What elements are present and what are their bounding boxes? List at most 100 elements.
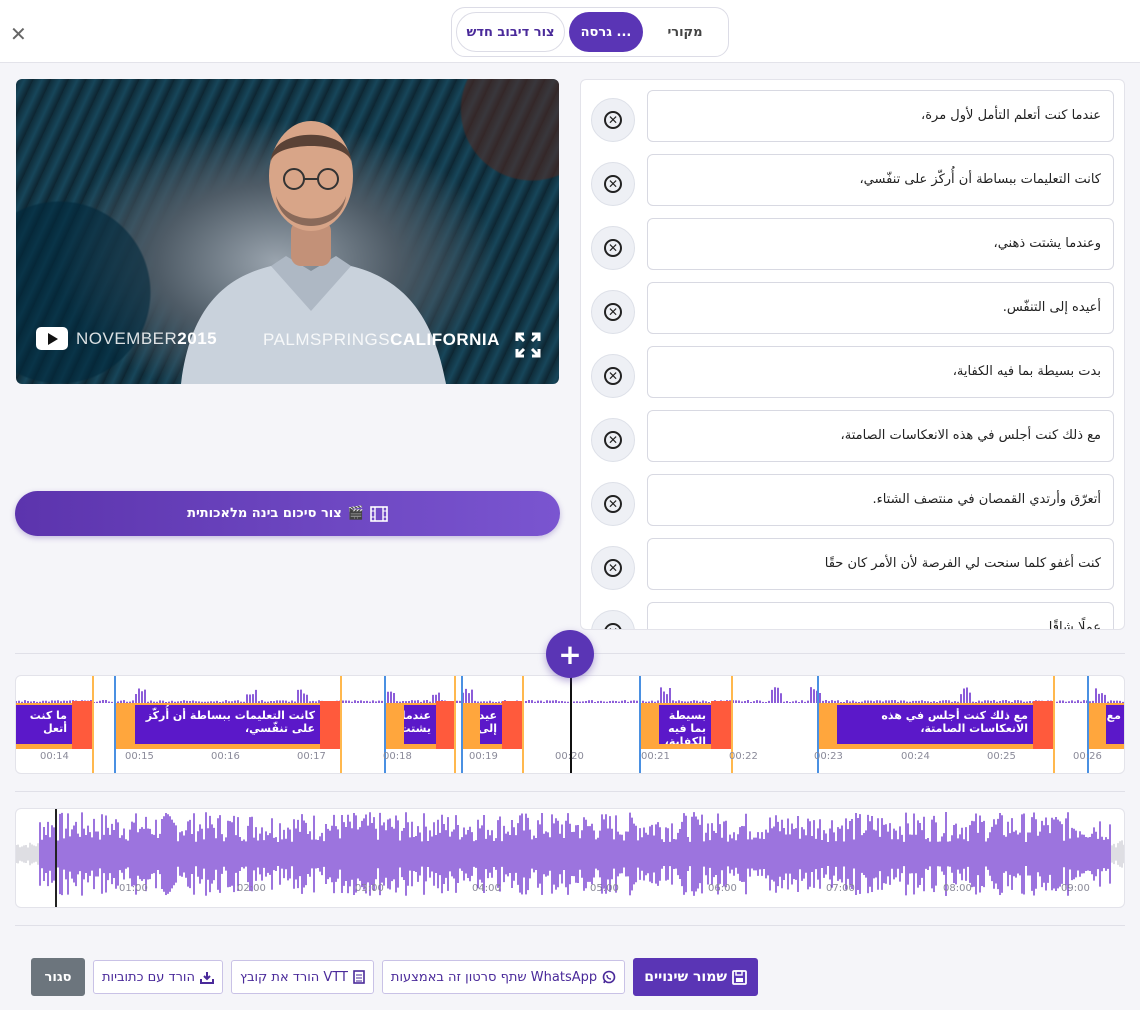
ai-summary-button[interactable]: צור סיכום בינה מלאכותית 🎬 <box>15 491 560 536</box>
timeline-segment-label: مع <box>1106 705 1124 744</box>
save-changes-label: שמור שינויים <box>644 969 727 985</box>
ai-summary-label: צור סיכום בינה מלאכותית <box>187 506 342 521</box>
subtitle-input[interactable]: بدت بسيطة بما فيه الكفاية، <box>647 346 1114 398</box>
timeline-tick: 00:19 <box>469 751 498 762</box>
remove-subtitle-button[interactable]: ✕ <box>591 354 635 398</box>
overlay-year: 2015 <box>177 328 218 348</box>
timeline-tick: 00:14 <box>40 751 69 762</box>
subtitle-row: ✕ بدت بسيطة بما فيه الكفاية، <box>591 346 1124 398</box>
timeline-segment-label: عندما يشتت <box>404 705 436 744</box>
subtitle-timeline[interactable]: ما كنت أتعل كانت التعليمات ببساطة أن أُر… <box>15 675 1125 774</box>
timeline-segment-label: عيده إلى <box>480 705 502 744</box>
subtitle-row: ✕ عندما كنت أتعلم التأمل لأول مرة، <box>591 90 1124 142</box>
tab-original[interactable]: מקורי <box>647 12 723 52</box>
audio-waveform[interactable]: 01:00 02:00 03:00 04:00 05:00 06:00 07:0… <box>15 808 1125 908</box>
waveform-tick: 02:00 <box>237 883 266 894</box>
download-vtt-label: הורד את קובץ VTT <box>239 969 348 985</box>
segment-handle[interactable] <box>436 701 454 749</box>
subtitle-row: ✕ كنت أغفو كلما سنحت لي الفرصة لأن الأمر… <box>591 538 1124 590</box>
segment-handle[interactable] <box>320 701 340 749</box>
subtitle-row: ✕ أتعرّق وأرتدي القمصان في منتصف الشتاء. <box>591 474 1124 526</box>
close-icon[interactable]: ✕ <box>10 22 27 46</box>
video-player[interactable]: NOVEMBER2015 PALMSPRINGSCALIFORNIA <box>16 79 559 384</box>
remove-subtitle-button[interactable]: ✕ <box>591 226 635 270</box>
remove-subtitle-button[interactable]: ✕ <box>591 546 635 590</box>
subtitle-input[interactable]: وعندما يشتت ذهني، <box>647 218 1114 270</box>
segment-boundary <box>461 676 463 773</box>
download-vtt-button[interactable]: הורד את קובץ VTT <box>230 960 374 994</box>
timeline-tick: 00:20 <box>555 751 584 762</box>
close-circle-icon: ✕ <box>604 367 622 385</box>
timeline-tick: 00:23 <box>814 751 843 762</box>
timeline-segment-label: مع ذلك كنت أجلس في هذه الانعكاسات الصامت… <box>837 705 1033 744</box>
waveform-tick: 05:00 <box>590 883 619 894</box>
clapperboard-icon: 🎬 <box>347 506 364 521</box>
subtitle-row: ✕ أعيده إلى التنفّس. <box>591 282 1124 334</box>
close-circle-icon: ✕ <box>604 175 622 193</box>
save-changes-button[interactable]: שמור שינויים <box>633 958 759 996</box>
overlay-city: PALMSPRINGS <box>263 330 391 349</box>
subtitle-input[interactable]: عملًا شاقًا <box>647 602 1114 629</box>
segment-handle[interactable] <box>502 701 522 749</box>
subtitle-row: ✕ كانت التعليمات ببساطة أن أُركّز على تن… <box>591 154 1124 206</box>
floppy-disk-icon <box>732 969 747 985</box>
segment-boundary <box>340 676 342 773</box>
close-button[interactable]: סגור <box>31 958 85 996</box>
overlay-month: NOVEMBER <box>76 328 178 348</box>
download-tray-icon <box>199 971 214 984</box>
timeline-tick: 00:18 <box>383 751 412 762</box>
subtitle-input[interactable]: عندما كنت أتعلم التأمل لأول مرة، <box>647 90 1114 142</box>
segment-handle[interactable] <box>1033 701 1053 749</box>
segment-boundary <box>92 676 94 773</box>
timeline-tick: 00:26 <box>1073 751 1102 762</box>
remove-subtitle-button[interactable]: ✕ <box>591 418 635 462</box>
timeline-tick: 00:17 <box>297 751 326 762</box>
whatsapp-icon <box>602 970 616 984</box>
close-circle-icon: ✕ <box>604 111 622 129</box>
add-subtitle-button[interactable]: + <box>546 630 594 678</box>
waveform-playhead[interactable] <box>55 809 57 907</box>
subtitle-input[interactable]: أعيده إلى التنفّس. <box>647 282 1114 334</box>
share-whatsapp-button[interactable]: שתף סרטון זה באמצעות WhatsApp <box>381 960 626 994</box>
subtitle-input[interactable]: كانت التعليمات ببساطة أن أُركّز على تنفّ… <box>647 154 1114 206</box>
share-whatsapp-label: שתף סרטון זה באמצעות WhatsApp <box>390 969 598 985</box>
remove-subtitle-button[interactable]: ✕ <box>591 162 635 206</box>
tab-version[interactable]: גרסה ... <box>569 12 643 52</box>
fullscreen-icon[interactable] <box>515 332 541 358</box>
divider <box>15 925 1125 926</box>
segment-boundary <box>114 676 116 773</box>
remove-subtitle-button[interactable]: ✕ <box>591 98 635 142</box>
remove-subtitle-button[interactable]: ✕ <box>591 610 635 629</box>
remove-subtitle-button[interactable]: ✕ <box>591 290 635 334</box>
waveform-tick: 03:00 <box>355 883 384 894</box>
timeline-tick: 00:22 <box>729 751 758 762</box>
close-circle-icon: ✕ <box>604 495 622 513</box>
youtube-icon[interactable] <box>36 327 68 350</box>
subtitle-input[interactable]: أتعرّق وأرتدي القمصان في منتصف الشتاء. <box>647 474 1114 526</box>
video-location-overlay: PALMSPRINGSCALIFORNIA <box>263 330 500 350</box>
waveform-tick: 04:00 <box>472 883 501 894</box>
segment-handle[interactable] <box>711 701 731 749</box>
footer-actions: סגור הורד עם כתוביות הורד את קובץ VTT שת… <box>31 958 759 996</box>
waveform-tick: 09:00 <box>1061 883 1090 894</box>
download-with-subtitles-button[interactable]: הורד עם כתוביות <box>93 960 223 994</box>
overlay-state: CALIFORNIA <box>390 330 500 349</box>
timeline-tick: 00:16 <box>211 751 240 762</box>
subtitle-row: ✕ مع ذلك كنت أجلس في هذه الانعكاسات الصا… <box>591 410 1124 462</box>
waveform-tick: 07:00 <box>826 883 855 894</box>
timeline-tick: 00:15 <box>125 751 154 762</box>
subtitle-row: ✕ عملًا شاقًا <box>591 602 1124 629</box>
segment-handle[interactable] <box>72 701 92 749</box>
close-circle-icon: ✕ <box>604 559 622 577</box>
tab-new-dubbing[interactable]: צור דיבוב חדש <box>456 12 565 52</box>
timeline-tick: 00:21 <box>641 751 670 762</box>
waveform-tick: 08:00 <box>943 883 972 894</box>
waveform-tick: 01:00 <box>119 883 148 894</box>
subtitle-list: ✕ عندما كنت أتعلم التأمل لأول مرة، ✕ كان… <box>580 79 1125 630</box>
close-circle-icon: ✕ <box>604 303 622 321</box>
subtitle-input[interactable]: كنت أغفو كلما سنحت لي الفرصة لأن الأمر ك… <box>647 538 1114 590</box>
remove-subtitle-button[interactable]: ✕ <box>591 482 635 526</box>
video-date-overlay: NOVEMBER2015 <box>36 327 217 350</box>
timeline-segment-label: كانت التعليمات ببساطة أن أُركّز على تنفّ… <box>135 705 320 744</box>
subtitle-input[interactable]: مع ذلك كنت أجلس في هذه الانعكاسات الصامت… <box>647 410 1114 462</box>
